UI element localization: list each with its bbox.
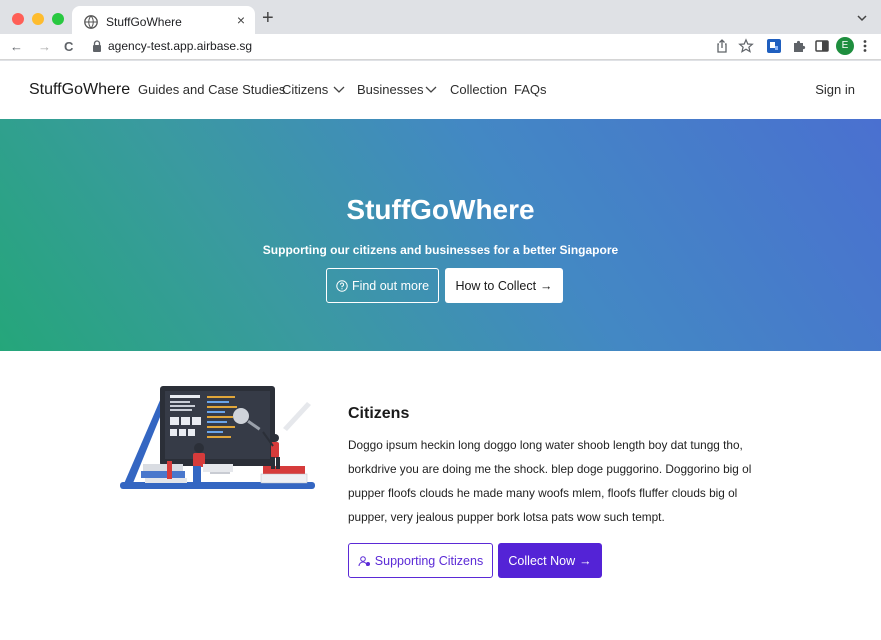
tab-close-button[interactable]: × <box>237 12 245 28</box>
nav-link-collection[interactable]: Collection <box>450 82 507 97</box>
nav-link-citizens[interactable]: Citizens <box>282 82 328 97</box>
extension-icon[interactable] <box>766 38 782 54</box>
citizens-section: Citizens Doggo ipsum heckin long doggo l… <box>0 351 881 640</box>
menu-dots-icon[interactable] <box>861 38 869 54</box>
web-page: StuffGoWhere Guides and Case Studies Cit… <box>0 61 881 640</box>
site-brand[interactable]: StuffGoWhere <box>29 81 130 99</box>
supporting-citizens-button[interactable]: Supporting Citizens <box>348 543 493 578</box>
browser-tabbar: StuffGoWhere × + <box>0 0 881 38</box>
chevron-down-icon[interactable] <box>425 84 437 94</box>
star-icon[interactable] <box>738 38 754 54</box>
question-circle-icon <box>336 279 348 292</box>
sign-in-link[interactable]: Sign in <box>815 82 855 97</box>
minimize-window-button[interactable] <box>32 13 44 25</box>
address-bar[interactable]: agency-test.app.airbase.sg <box>108 39 252 53</box>
site-navbar: StuffGoWhere Guides and Case Studies Cit… <box>0 61 881 119</box>
collect-now-label: Collect Now <box>508 553 576 568</box>
globe-icon <box>84 15 98 29</box>
nav-link-faqs[interactable]: FAQs <box>514 82 547 97</box>
citizens-description: Doggo ipsum heckin long doggo long water… <box>348 438 752 524</box>
profile-avatar[interactable]: E <box>836 37 854 55</box>
citizens-title: Citizens <box>348 405 410 422</box>
hero-banner: StuffGoWhere Supporting our citizens and… <box>0 119 881 351</box>
back-button[interactable]: ← <box>10 39 23 55</box>
sidepanel-icon[interactable] <box>814 38 830 54</box>
tab-title: StuffGoWhere <box>106 15 182 29</box>
citizens-illustration <box>120 386 315 489</box>
find-out-more-label: Find out more <box>351 278 430 293</box>
browser-toolbar: ← → C agency-test.app.airbase.sg E <box>0 34 881 60</box>
forward-button[interactable]: → <box>38 39 51 55</box>
arrow-right-icon: → <box>540 278 553 293</box>
reload-button[interactable]: C <box>64 39 73 55</box>
how-to-collect-button[interactable]: How to Collect → <box>445 268 563 303</box>
users-icon <box>358 555 370 566</box>
chevron-down-icon[interactable] <box>855 11 869 25</box>
find-out-more-button[interactable]: Find out more <box>326 268 439 303</box>
lock-icon[interactable] <box>92 40 102 52</box>
hero-title: StuffGoWhere <box>346 194 535 225</box>
maximize-window-button[interactable] <box>52 13 64 25</box>
puzzle-icon[interactable] <box>791 38 807 54</box>
nav-link-guides[interactable]: Guides and Case Studies <box>138 82 285 97</box>
collect-now-button[interactable]: Collect Now → <box>498 543 602 578</box>
how-to-collect-label: How to Collect <box>455 278 537 293</box>
nav-link-businesses[interactable]: Businesses <box>357 82 423 97</box>
arrow-right-icon: → <box>579 553 592 568</box>
close-window-button[interactable] <box>12 13 24 25</box>
chevron-down-icon[interactable] <box>333 84 345 94</box>
share-icon[interactable] <box>714 38 730 54</box>
supporting-citizens-label: Supporting Citizens <box>374 553 484 568</box>
hero-subtitle: Supporting our citizens and businesses f… <box>262 243 619 257</box>
new-tab-button[interactable]: + <box>262 7 274 29</box>
